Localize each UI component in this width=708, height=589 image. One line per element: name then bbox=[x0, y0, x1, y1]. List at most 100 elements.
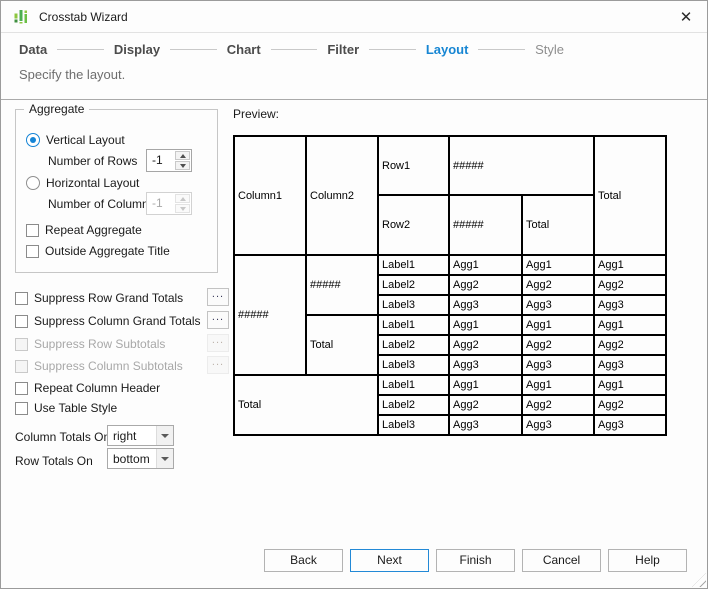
vertical-layout-radio[interactable] bbox=[26, 133, 40, 147]
aggregate-groupbox: Aggregate Vertical Layout Number of Rows… bbox=[15, 102, 218, 273]
repeat-column-header-checkbox[interactable] bbox=[15, 381, 28, 395]
preview-cell: Agg2 bbox=[448, 394, 523, 416]
use-table-style-option[interactable]: Use Table Style bbox=[15, 399, 215, 417]
preview-cell: ##### bbox=[448, 194, 523, 256]
preview-cell: Agg2 bbox=[593, 274, 667, 296]
horizontal-layout-label[interactable]: Horizontal Layout bbox=[46, 176, 139, 190]
preview-cell: Agg3 bbox=[448, 354, 523, 376]
step-filter[interactable]: Filter bbox=[327, 42, 359, 57]
chevron-down-icon[interactable] bbox=[156, 449, 173, 468]
preview-cell: Agg2 bbox=[521, 274, 595, 296]
suppress-column-subtotals-label: Suppress Column Subtotals bbox=[34, 359, 183, 373]
suppress-row-grand-totals-option[interactable]: Suppress Row Grand Totals ... bbox=[15, 288, 229, 307]
suppress-row-grand-totals-more-button[interactable]: ... bbox=[207, 288, 229, 306]
rows-step-up-icon[interactable] bbox=[175, 151, 190, 160]
preview-cell: Total bbox=[521, 194, 595, 256]
preview-cell: Agg1 bbox=[448, 314, 523, 336]
preview-cell: Agg2 bbox=[521, 394, 595, 416]
suppress-row-grand-totals-checkbox[interactable] bbox=[15, 291, 28, 305]
title-bar: Crosstab Wizard ✕ bbox=[1, 1, 707, 33]
preview-cell: Agg2 bbox=[521, 334, 595, 356]
preview-cell: Agg3 bbox=[593, 294, 667, 316]
next-button[interactable]: Next bbox=[350, 549, 429, 572]
repeat-aggregate-label[interactable]: Repeat Aggregate bbox=[45, 223, 142, 237]
cancel-button[interactable]: Cancel bbox=[522, 549, 601, 572]
preview-cell: Label2 bbox=[377, 274, 450, 296]
preview-cell: Agg3 bbox=[521, 294, 595, 316]
crosstab-chart-icon bbox=[14, 10, 27, 24]
preview-cell: ##### bbox=[448, 135, 595, 196]
preview-cell: Agg1 bbox=[448, 374, 523, 396]
step-connector bbox=[369, 48, 416, 50]
repeat-column-header-label[interactable]: Repeat Column Header bbox=[34, 381, 160, 395]
number-of-rows-stepper[interactable]: -1 bbox=[146, 149, 192, 172]
step-chart[interactable]: Chart bbox=[227, 42, 261, 57]
preview-cell: Agg3 bbox=[593, 354, 667, 376]
column-totals-on-select[interactable]: right bbox=[107, 425, 174, 446]
help-button[interactable]: Help bbox=[608, 549, 687, 572]
columns-step-down-icon bbox=[175, 204, 190, 213]
outside-aggregate-title-checkbox[interactable] bbox=[26, 244, 39, 258]
back-button[interactable]: Back bbox=[264, 549, 343, 572]
horizontal-layout-radio[interactable] bbox=[26, 176, 40, 190]
number-of-columns-value: -1 bbox=[152, 196, 163, 210]
preview-cell: Agg1 bbox=[593, 374, 667, 396]
vertical-layout-label[interactable]: Vertical Layout bbox=[46, 133, 125, 147]
step-connector bbox=[57, 48, 104, 50]
suppress-column-grand-totals-more-button[interactable]: ... bbox=[207, 311, 229, 329]
row-totals-on-value[interactable]: bottom bbox=[108, 449, 156, 468]
preview-cell: Total bbox=[233, 374, 379, 436]
preview-cell: Agg3 bbox=[521, 354, 595, 376]
vertical-layout-option[interactable]: Vertical Layout bbox=[26, 133, 125, 147]
suppress-column-subtotals-more-button: ... bbox=[207, 356, 229, 374]
number-of-rows-value[interactable]: -1 bbox=[147, 150, 174, 171]
column-totals-on-value[interactable]: right bbox=[108, 426, 156, 445]
suppress-row-subtotals-more-button: ... bbox=[207, 334, 229, 352]
suppress-column-grand-totals-option[interactable]: Suppress Column Grand Totals ... bbox=[15, 311, 229, 330]
crosstab-wizard-dialog: Crosstab Wizard ✕ Data Display Chart Fil… bbox=[0, 0, 708, 589]
header-separator bbox=[1, 99, 707, 100]
suppress-row-grand-totals-label[interactable]: Suppress Row Grand Totals bbox=[34, 291, 183, 305]
repeat-aggregate-checkbox[interactable] bbox=[26, 223, 39, 237]
preview-table: Column1 Column2 Row1 ##### Total Row2 ##… bbox=[233, 135, 667, 436]
repeat-aggregate-option[interactable]: Repeat Aggregate bbox=[26, 223, 142, 237]
preview-cell: Agg1 bbox=[521, 314, 595, 336]
suppress-column-grand-totals-label[interactable]: Suppress Column Grand Totals bbox=[34, 314, 201, 328]
outside-aggregate-title-label[interactable]: Outside Aggregate Title bbox=[45, 244, 170, 258]
suppress-row-subtotals-option: Suppress Row Subtotals ... bbox=[15, 334, 229, 353]
preview-cell: Agg3 bbox=[521, 414, 595, 436]
preview-cell: Agg2 bbox=[593, 394, 667, 416]
preview-cell: Label1 bbox=[377, 314, 450, 336]
outside-aggregate-title-option[interactable]: Outside Aggregate Title bbox=[26, 244, 170, 258]
step-display[interactable]: Display bbox=[114, 42, 160, 57]
number-of-columns-label: Number of Columns bbox=[48, 197, 155, 211]
preview-cell: Agg1 bbox=[521, 374, 595, 396]
preview-cell: Agg3 bbox=[448, 414, 523, 436]
number-of-rows-label: Number of Rows bbox=[48, 154, 138, 168]
row-totals-on-label: Row Totals On bbox=[15, 454, 93, 468]
preview-cell: Label1 bbox=[377, 254, 450, 276]
preview-cell: Label1 bbox=[377, 374, 450, 396]
step-layout[interactable]: Layout bbox=[426, 42, 469, 57]
close-icon[interactable]: ✕ bbox=[677, 8, 695, 26]
preview-cell: Label2 bbox=[377, 394, 450, 416]
page-subtitle: Specify the layout. bbox=[19, 67, 126, 82]
step-connector bbox=[270, 48, 318, 50]
repeat-column-header-option[interactable]: Repeat Column Header bbox=[15, 379, 215, 397]
chevron-down-icon[interactable] bbox=[156, 426, 173, 445]
finish-button[interactable]: Finish bbox=[436, 549, 515, 572]
window-title: Crosstab Wizard bbox=[39, 9, 128, 24]
rows-step-down-icon[interactable] bbox=[175, 161, 190, 170]
preview-cell: Row1 bbox=[377, 135, 450, 196]
step-data[interactable]: Data bbox=[19, 42, 47, 57]
number-of-columns-row: Number of Columns bbox=[48, 197, 155, 211]
use-table-style-checkbox[interactable] bbox=[15, 401, 28, 415]
suppress-row-subtotals-label: Suppress Row Subtotals bbox=[34, 337, 166, 351]
suppress-column-grand-totals-checkbox[interactable] bbox=[15, 314, 28, 328]
row-totals-on-select[interactable]: bottom bbox=[107, 448, 174, 469]
preview-cell: ##### bbox=[305, 254, 379, 316]
horizontal-layout-option[interactable]: Horizontal Layout bbox=[26, 176, 139, 190]
step-style[interactable]: Style bbox=[535, 42, 564, 57]
resize-grip[interactable] bbox=[692, 573, 706, 587]
use-table-style-label[interactable]: Use Table Style bbox=[34, 401, 117, 415]
